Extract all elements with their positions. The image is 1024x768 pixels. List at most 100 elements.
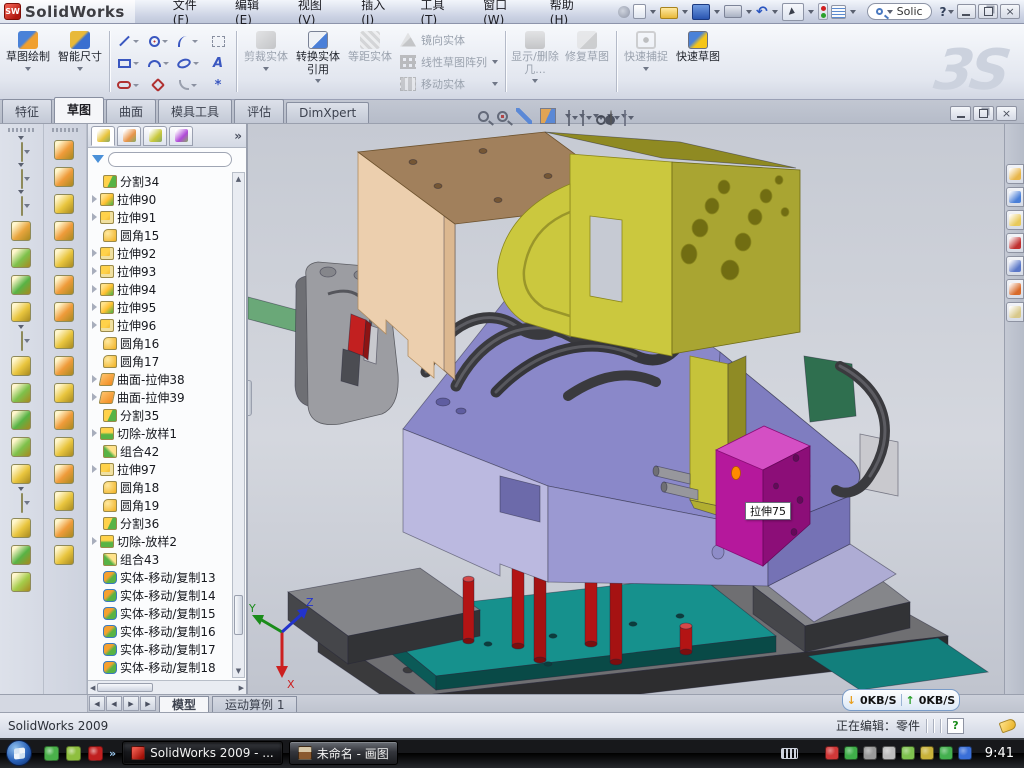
file-explorer-icon[interactable] <box>1006 210 1024 230</box>
rectangle-tool[interactable] <box>113 52 143 74</box>
untrim-surface-icon[interactable] <box>54 460 75 487</box>
expand-arrow-icon[interactable] <box>92 393 97 401</box>
pushpin-icon[interactable] <box>618 6 630 18</box>
hole-wizard-icon[interactable] <box>11 298 32 325</box>
replace-face-icon[interactable] <box>54 541 75 568</box>
search-input[interactable]: Solic <box>897 5 923 18</box>
filled-surface-icon[interactable] <box>54 379 75 406</box>
spline-tool[interactable] <box>173 30 203 52</box>
dropdown-arrow-icon[interactable] <box>162 40 168 43</box>
defender-shield-icon[interactable] <box>939 746 953 760</box>
tree-item[interactable]: 圆角17 <box>90 352 246 370</box>
document-close-button[interactable]: × <box>996 106 1017 121</box>
swept-boss-icon[interactable] <box>11 217 32 244</box>
swept-surface-icon[interactable] <box>54 190 75 217</box>
edit-appearance-icon[interactable] <box>607 114 613 118</box>
model-tab-nav-button[interactable]: ▶ <box>123 696 139 711</box>
tree-horizontal-scrollbar[interactable]: ◀ ▶ <box>88 680 246 694</box>
toolbar-drag-handle[interactable] <box>52 128 78 132</box>
scrollbar-thumb[interactable] <box>97 683 153 692</box>
tree-item[interactable]: 实体-移动/复制14 <box>90 586 246 604</box>
revolved-surface-icon[interactable] <box>54 163 75 190</box>
dropdown-arrow-icon[interactable] <box>572 116 578 120</box>
keyboard-language-icon[interactable] <box>781 748 798 759</box>
expand-arrow-icon[interactable] <box>92 249 97 257</box>
undo-icon[interactable]: ↶ <box>756 4 768 20</box>
search-scope-dropdown-icon[interactable] <box>887 10 893 14</box>
draft-icon[interactable] <box>11 379 32 406</box>
display-delete-relations-button[interactable]: 显示/删除几... <box>509 27 561 96</box>
tree-item[interactable]: 实体-移动/复制16 <box>90 622 246 640</box>
custom-properties-icon[interactable] <box>1006 302 1024 322</box>
repair-sketch-button[interactable]: 修复草图 <box>561 27 613 96</box>
command-tab[interactable]: 草图 <box>54 97 104 123</box>
tree-item[interactable]: 拉伸94 <box>90 280 246 298</box>
expand-arrow-icon[interactable] <box>92 429 97 437</box>
command-tab[interactable]: 评估 <box>234 99 284 123</box>
boundary-boss-icon[interactable] <box>11 271 32 298</box>
dropdown-arrow-icon[interactable] <box>628 116 634 120</box>
start-button[interactable] <box>6 740 32 766</box>
move-entities-button[interactable]: 移动实体 <box>400 75 498 93</box>
line-tool[interactable] <box>113 30 143 52</box>
dropdown-arrow-icon[interactable] <box>133 62 139 65</box>
command-tab[interactable]: 曲面 <box>106 99 156 123</box>
dropdown-arrow-icon[interactable] <box>746 10 752 14</box>
extend-surface-icon[interactable] <box>54 487 75 514</box>
lofted-boss-icon[interactable] <box>11 244 32 271</box>
fillet-icon[interactable] <box>18 190 24 217</box>
circle-tool[interactable] <box>143 30 173 52</box>
shell-icon[interactable] <box>11 406 32 433</box>
expand-arrow-icon[interactable] <box>92 267 97 275</box>
tree-item[interactable]: 实体-移动/复制18 <box>90 658 246 676</box>
dropdown-arrow-icon[interactable] <box>850 10 856 14</box>
command-tab[interactable]: 特征 <box>2 99 52 123</box>
taskbar-window-button[interactable]: SolidWorks 2009 - ... <box>122 741 283 765</box>
featuremanager-tab-icon[interactable] <box>91 126 115 146</box>
dropdown-arrow-icon[interactable] <box>772 10 778 14</box>
tree-item[interactable]: 切除-放样2 <box>90 532 246 550</box>
dropdown-arrow-icon[interactable] <box>193 62 199 65</box>
apply-scene-icon[interactable] <box>621 114 627 118</box>
dropdown-arrow-icon[interactable] <box>614 116 620 120</box>
zoom-fit-icon[interactable] <box>478 111 491 122</box>
dimxpertmanager-tab-icon[interactable] <box>169 126 193 146</box>
tree-item[interactable]: 拉伸92 <box>90 244 246 262</box>
scroll-down-icon[interactable]: ▼ <box>236 665 241 677</box>
restore-button[interactable] <box>978 4 998 19</box>
ruled-surface-icon[interactable] <box>54 352 75 379</box>
polygon-tool[interactable] <box>143 74 173 96</box>
model-tab[interactable]: 运动算例 1 <box>212 696 297 712</box>
offset-entities-button[interactable]: 等距实体 <box>344 27 396 96</box>
tree-vertical-scrollbar[interactable]: ▲ ▼ <box>232 172 245 678</box>
quick-launch-overflow-button[interactable]: » <box>109 747 116 760</box>
solidworks-launcher-icon[interactable] <box>88 746 103 761</box>
open-document-icon[interactable] <box>660 7 678 19</box>
offset-surface-icon[interactable] <box>54 325 75 352</box>
antivirus-shield-icon[interactable] <box>825 746 839 760</box>
selection-box-tool[interactable] <box>203 30 233 52</box>
tree-item[interactable]: 实体-移动/复制15 <box>90 604 246 622</box>
solidworks-resources-icon[interactable] <box>1006 164 1024 184</box>
toolbar-drag-handle[interactable] <box>8 128 34 132</box>
curves-icon[interactable] <box>18 487 24 514</box>
tree-item[interactable]: 拉伸96 <box>90 316 246 334</box>
tree-filter-input[interactable] <box>108 152 232 167</box>
tree-tabs-overflow-button[interactable]: » <box>234 129 242 143</box>
sketch-fillet-tool[interactable] <box>173 74 203 96</box>
tree-item[interactable]: 拉伸97 <box>90 460 246 478</box>
new-document-icon[interactable] <box>633 4 646 19</box>
3d-model-exploded-assembly[interactable]: Y Z X <box>248 124 1024 694</box>
tag-icon[interactable] <box>999 718 1018 734</box>
dropdown-arrow-icon[interactable] <box>714 10 720 14</box>
solidworks-search-icon[interactable] <box>1006 233 1024 253</box>
tree-item[interactable]: 曲面-拉伸39 <box>90 388 246 406</box>
appearances-scenes-icon[interactable] <box>1006 279 1024 299</box>
tree-item[interactable]: 组合43 <box>90 550 246 568</box>
tree-item[interactable]: 拉伸91 <box>90 208 246 226</box>
tree-item[interactable]: 圆角15 <box>90 226 246 244</box>
planar-surface-icon[interactable] <box>54 298 75 325</box>
tree-item[interactable]: 圆角19 <box>90 496 246 514</box>
dropdown-arrow-icon[interactable] <box>133 40 139 43</box>
design-library-icon[interactable] <box>1006 187 1024 207</box>
